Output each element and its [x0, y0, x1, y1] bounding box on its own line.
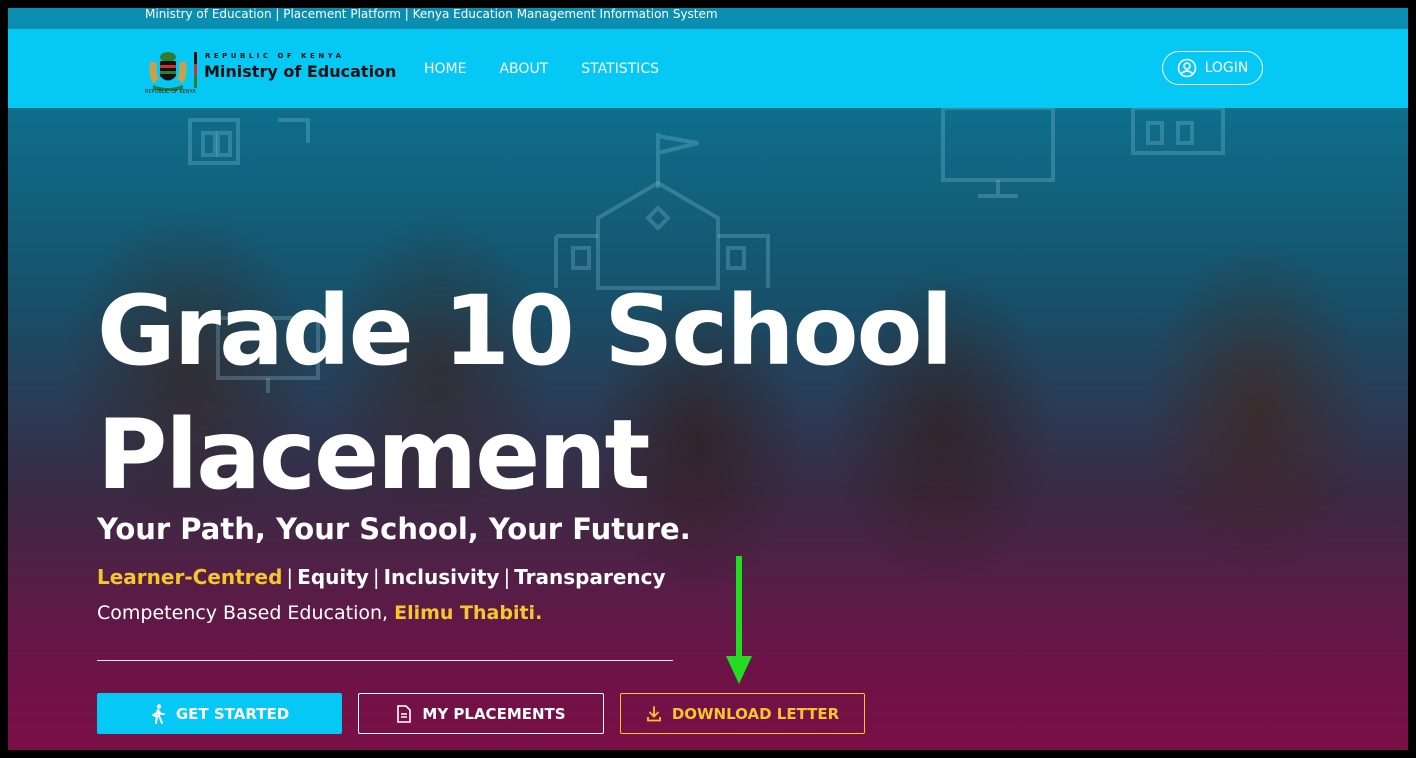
core-values: Learner-Centred | Equity | Inclusivity | Trans… [97, 565, 666, 589]
cbe-text: Competency Based Education, [97, 602, 389, 624]
hero-title-line1: Grade 10 School [97, 275, 953, 387]
top-info-text: Ministry of Education | Placement Platfo… [145, 8, 718, 21]
value-separator: | [372, 565, 380, 589]
top-info-bar: Ministry of Education | Placement Platfo… [8, 8, 1408, 29]
get-started-button[interactable]: GET STARTED [97, 693, 342, 734]
page: Ministry of Education | Placement Platfo… [8, 8, 1408, 750]
value-separator: | [286, 565, 294, 589]
walking-person-icon [151, 703, 165, 724]
coat-of-arms-icon [149, 52, 187, 91]
hero-title-line2: Placement [97, 399, 650, 511]
hero-title: Grade 10 School Placement [97, 269, 953, 517]
main-nav: HOME ABOUT STATISTICS [424, 29, 692, 108]
download-letter-label: DOWNLOAD LETTER [671, 704, 840, 723]
hero-divider [97, 660, 673, 661]
login-button[interactable]: LOGIN [1162, 51, 1263, 85]
value-learner-centred: Learner-Centred [97, 565, 283, 589]
hero-subtitle: Your Path, Your School, Your Future. [97, 512, 691, 546]
value-equity: Equity [297, 565, 369, 589]
get-started-label: GET STARTED [175, 704, 290, 723]
nav-about[interactable]: ABOUT [499, 61, 548, 77]
value-separator: | [503, 565, 511, 589]
value-inclusivity: Inclusivity [383, 565, 500, 589]
hero-section: Grade 10 School Placement Your Path, You… [8, 108, 1408, 750]
cbe-tagline: Competency Based Education, Elimu Thabit… [97, 602, 542, 624]
value-transparency: Transparency [514, 565, 666, 589]
nav-home[interactable]: HOME [424, 61, 466, 77]
document-icon [397, 704, 412, 723]
seal-caption: REPUBLIC OF KENYA [145, 89, 196, 95]
download-icon [646, 705, 661, 721]
annotation-arrow-icon [726, 556, 752, 684]
logo-ministry-text: Ministry of Education [204, 62, 397, 81]
download-letter-button[interactable]: DOWNLOAD LETTER [620, 693, 865, 734]
logo-republic-text: REPUBLIC OF KENYA [205, 52, 345, 60]
ministry-logo[interactable]: REPUBLIC OF KENYA REPUBLIC OF KENYA Mini… [145, 49, 396, 95]
nav-statistics[interactable]: STATISTICS [581, 61, 659, 77]
login-label: LOGIN [1204, 60, 1249, 76]
user-circle-icon [1177, 58, 1196, 78]
my-placements-button[interactable]: MY PLACEMENTS [358, 693, 604, 734]
cbe-highlight: Elimu Thabiti. [394, 602, 543, 624]
my-placements-label: MY PLACEMENTS [422, 704, 566, 723]
flag-colors-bar [194, 52, 197, 88]
main-header: REPUBLIC OF KENYA REPUBLIC OF KENYA Mini… [8, 29, 1408, 108]
